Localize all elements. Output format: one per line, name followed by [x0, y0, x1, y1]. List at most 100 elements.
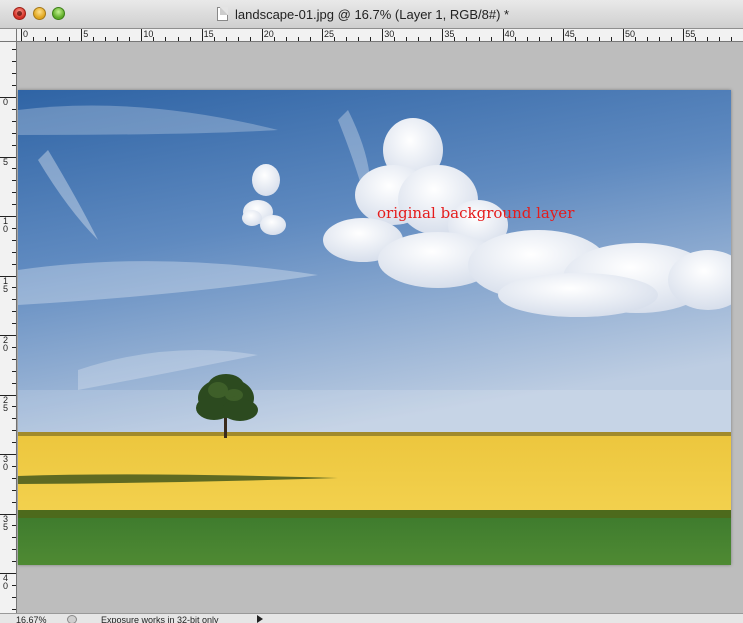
ruler-tick — [382, 29, 384, 41]
ruler-tick — [12, 489, 16, 491]
ruler-tick — [12, 406, 16, 408]
ruler-tick — [574, 37, 576, 41]
ruler-tick — [201, 29, 203, 41]
ruler-tick — [659, 37, 661, 41]
ruler-tick — [707, 37, 709, 41]
ruler-tick — [526, 37, 528, 41]
ruler-label: 30 — [3, 454, 9, 472]
ruler-tick — [442, 29, 444, 41]
ruler-label: 25 — [3, 394, 9, 413]
ruler-tick — [165, 37, 167, 41]
ruler-tick — [249, 37, 251, 41]
ruler-tick — [12, 85, 16, 87]
ruler-tick — [346, 37, 348, 41]
ruler-tick — [466, 37, 468, 41]
ruler-label: 5 — [83, 29, 89, 39]
ruler-tick — [695, 37, 697, 41]
ruler-tick — [69, 37, 71, 41]
ruler-tick — [623, 29, 624, 41]
ruler-label: 15 — [203, 29, 214, 39]
ruler-tick — [12, 501, 16, 503]
ruler-tick — [12, 192, 16, 194]
ruler-origin[interactable] — [0, 29, 17, 42]
ruler-tick — [225, 37, 227, 41]
ruler-tick — [562, 29, 564, 41]
ruler-tick — [635, 37, 637, 41]
ruler-tick — [261, 29, 263, 41]
ruler-tick — [12, 287, 16, 289]
ruler-tick — [334, 37, 336, 41]
ruler-label: 55 — [685, 29, 696, 39]
ruler-tick — [454, 37, 456, 41]
ruler-tick — [273, 37, 275, 41]
ruler-tick — [12, 370, 16, 372]
ruler-tick — [12, 382, 16, 384]
horizontal-ruler[interactable]: 0 5 10 15 20 25 30 35 40 45 50 55 — [17, 29, 743, 42]
ruler-tick — [370, 37, 372, 41]
ruler-tick — [12, 132, 16, 134]
ruler-tick — [12, 108, 16, 110]
ruler-tick — [12, 61, 16, 63]
ruler-tick — [406, 37, 408, 41]
vertical-ruler[interactable]: 0 5 10 15 20 25 30 35 40 — [0, 42, 17, 613]
ruler-tick — [237, 37, 239, 41]
ruler-label: 50 — [625, 29, 636, 39]
ruler-tick — [12, 120, 16, 122]
ruler-label: 35 — [444, 29, 455, 39]
zoom-icon[interactable] — [52, 7, 65, 20]
ruler-tick — [12, 239, 16, 241]
ruler-tick — [683, 29, 685, 41]
close-icon[interactable] — [13, 7, 26, 20]
ruler-tick — [586, 37, 588, 41]
ruler-tick — [12, 358, 16, 360]
ruler-label: 40 — [504, 29, 515, 39]
ruler-tick — [12, 49, 16, 51]
ruler-tick — [12, 251, 16, 253]
document-canvas[interactable]: original background layer — [17, 42, 743, 613]
landscape-image — [18, 90, 731, 565]
ruler-tick — [538, 37, 540, 41]
ruler-tick — [514, 37, 516, 41]
text-layer-label[interactable]: original background layer — [377, 204, 574, 222]
document-icon[interactable] — [217, 7, 228, 21]
ruler-tick — [21, 29, 22, 41]
ruler-tick — [309, 37, 311, 41]
ruler-tick — [12, 584, 16, 586]
ruler-tick — [141, 29, 143, 41]
ruler-label: 10 — [3, 216, 9, 234]
ruler-tick — [12, 73, 16, 75]
ruler-tick — [177, 37, 179, 41]
ruler-tick — [598, 37, 600, 41]
ruler-tick — [610, 37, 612, 41]
ruler-tick — [12, 608, 16, 610]
ruler-tick — [358, 37, 360, 41]
ruler-tick — [81, 29, 83, 41]
ruler-tick — [45, 37, 47, 41]
ruler-tick — [12, 227, 16, 229]
ruler-label: 10 — [143, 29, 154, 39]
ruler-tick — [550, 37, 552, 41]
ruler-tick — [12, 465, 16, 467]
ruler-label: 5 — [3, 156, 9, 167]
ruler-tick — [117, 37, 119, 41]
zoom-level[interactable]: 16.67% — [16, 615, 47, 623]
ruler-tick — [731, 37, 733, 41]
ruler-tick — [12, 346, 16, 348]
ruler-tick — [12, 525, 16, 527]
minimize-icon[interactable] — [33, 7, 46, 20]
ruler-tick — [213, 37, 215, 41]
ruler-tick — [502, 29, 504, 41]
ruler-tick — [394, 37, 396, 41]
ruler-tick — [33, 37, 35, 41]
ruler-label: 40 — [3, 573, 9, 591]
ruler-tick — [285, 37, 287, 41]
window-title: landscape-01.jpg @ 16.7% (Layer 1, RGB/8… — [235, 7, 510, 22]
ruler-tick — [418, 37, 420, 41]
ruler-label: 0 — [3, 97, 9, 107]
window-titlebar[interactable]: landscape-01.jpg @ 16.7% (Layer 1, RGB/8… — [0, 0, 743, 29]
ruler-label: 35 — [3, 513, 9, 532]
ruler-tick — [322, 29, 323, 41]
ruler-tick — [297, 37, 299, 41]
status-menu-arrow-icon[interactable] — [257, 615, 263, 623]
status-info-button[interactable] — [67, 615, 77, 623]
